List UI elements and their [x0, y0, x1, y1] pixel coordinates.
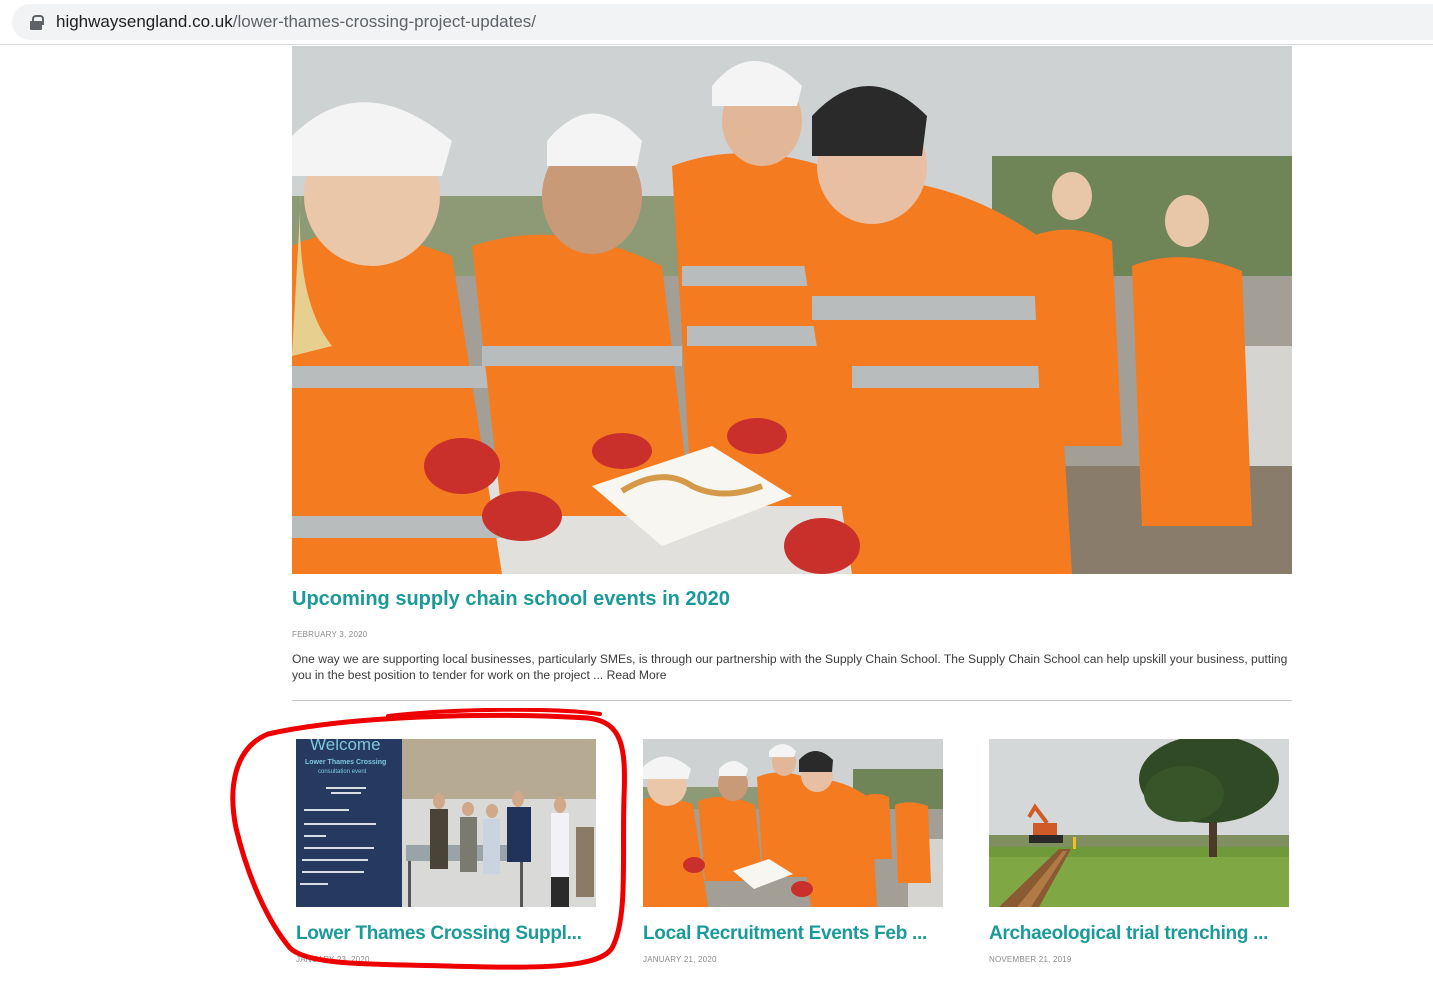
read-more-link[interactable]: Read More	[607, 668, 667, 682]
post-card-thumbnail[interactable]	[643, 739, 943, 907]
banner-sub2: consultation event	[318, 769, 367, 775]
post-card-date: JANUARY 21, 2020	[643, 955, 717, 964]
url-text[interactable]: highwaysengland.co.uk/lower-thames-cross…	[56, 12, 536, 32]
featured-post-title[interactable]: Upcoming supply chain school events in 2…	[292, 588, 730, 611]
banner-welcome: Welcome	[310, 739, 381, 754]
post-card-thumbnail[interactable]	[989, 739, 1289, 907]
url-host: highwaysengland.co.uk	[56, 12, 233, 31]
post-card-thumbnail[interactable]: Welcome Lower Thames Crossing consultati…	[296, 739, 596, 907]
toolbar-divider	[0, 44, 1433, 45]
section-divider	[292, 700, 1292, 701]
post-card-recruitment[interactable]: Local Recruitment Events Feb ... JANUARY…	[643, 739, 943, 964]
featured-post-excerpt: One way we are supporting local business…	[292, 651, 1294, 683]
post-card-title[interactable]: Archaeological trial trenching ...	[989, 923, 1289, 945]
lock-icon[interactable]	[30, 14, 44, 30]
post-card-date: JANUARY 23, 2020	[296, 955, 370, 964]
post-card-archaeology[interactable]: Archaeological trial trenching ... NOVEM…	[989, 739, 1289, 964]
banner-sub1: Lower Thames Crossing	[305, 759, 386, 766]
featured-post-date: FEBRUARY 3, 2020	[292, 630, 368, 639]
excerpt-text: One way we are supporting local business…	[292, 652, 1288, 682]
post-card-supply-chain[interactable]: Welcome Lower Thames Crossing consultati…	[296, 739, 596, 964]
post-card-date: NOVEMBER 21, 2019	[989, 955, 1072, 964]
url-path: /lower-thames-crossing-project-updates/	[232, 12, 537, 31]
address-bar[interactable]: highwaysengland.co.uk/lower-thames-cross…	[12, 4, 1433, 40]
post-card-title[interactable]: Lower Thames Crossing Suppl...	[296, 923, 596, 945]
featured-post-image[interactable]	[292, 46, 1292, 574]
post-card-title[interactable]: Local Recruitment Events Feb ...	[643, 923, 943, 945]
